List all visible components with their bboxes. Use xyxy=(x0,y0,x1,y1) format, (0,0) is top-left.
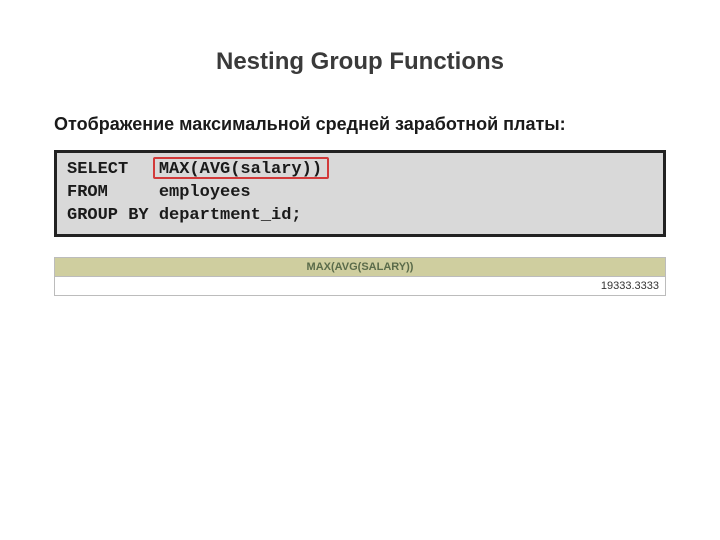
slide-title: Nesting Group Functions xyxy=(0,48,720,76)
code-line-3: GROUP BY department_id; xyxy=(67,206,302,225)
result-value: 19333.3333 xyxy=(55,277,666,296)
code-line-2: FROM employees xyxy=(67,183,251,202)
slide: Nesting Group Functions Отображение макс… xyxy=(0,48,720,540)
result-table: MAX(AVG(SALARY)) 19333.3333 xyxy=(54,257,666,296)
result-header: MAX(AVG(SALARY)) xyxy=(55,258,666,277)
slide-subtitle: Отображение максимальной средней заработ… xyxy=(54,112,666,136)
sql-code-box: SELECT MAX(AVG(salary)) FROM employees G… xyxy=(54,150,666,237)
highlight-box xyxy=(153,157,329,179)
table-row: 19333.3333 xyxy=(55,277,666,296)
table-header-row: MAX(AVG(SALARY)) xyxy=(55,258,666,277)
